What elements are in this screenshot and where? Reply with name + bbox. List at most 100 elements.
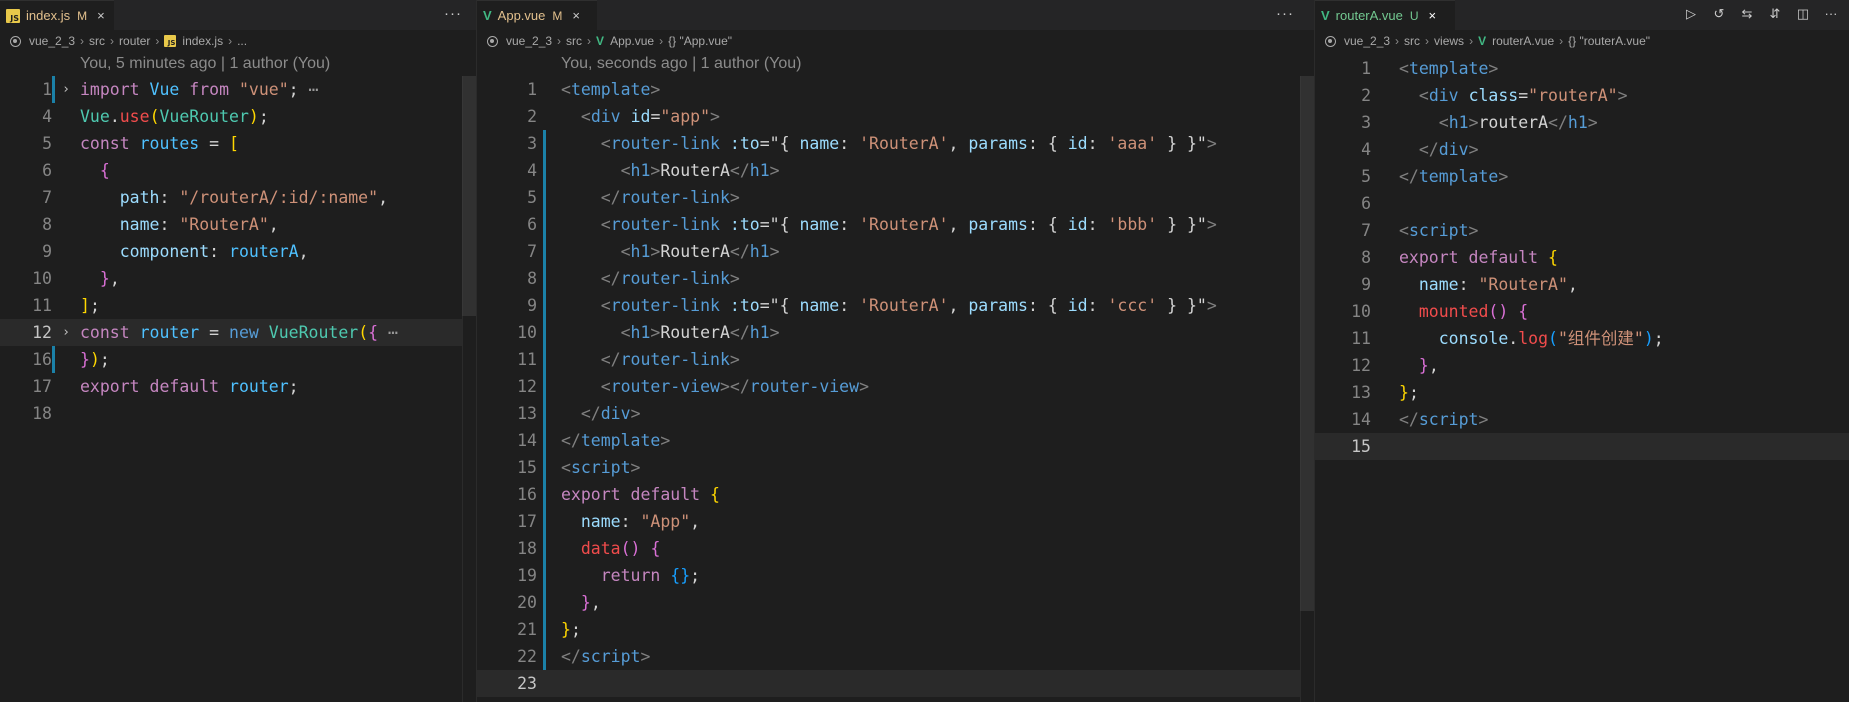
code-line[interactable]: 20 }, [477,589,1314,616]
code-line[interactable]: 1 <template> [1315,55,1849,82]
codelens-blame[interactable]: You, 5 minutes ago | 1 author (You) [0,52,476,76]
code-line[interactable]: 9 name: "RouterA", [1315,271,1849,298]
code-line[interactable]: 8 </router-link> [477,265,1314,292]
line-number: 10 [32,269,52,288]
breadcrumb-item[interactable]: src [89,34,105,48]
code-line[interactable]: 11 </router-link> [477,346,1314,373]
code-line[interactable]: 21}; [477,616,1314,643]
code-line[interactable]: 16 export default { [477,481,1314,508]
vue-file-icon: V [1478,34,1487,48]
code-line[interactable]: 1 <template> [477,76,1314,103]
breadcrumb-item[interactable]: src [1404,34,1420,48]
code-line[interactable]: 7 <h1>RouterA</h1> [477,238,1314,265]
code-editor[interactable]: 1 › import Vue from "vue"; ⋯ 4 Vue.use(VueRo… [0,76,476,427]
git-modified-gutter [543,130,546,670]
codelens-blame[interactable]: You, seconds ago | 1 author (You) [477,52,1314,76]
code-line[interactable]: 17 export default router; [0,373,476,400]
code-line[interactable]: 11 console.log("组件创建"); [1315,325,1849,352]
fold-chevron-icon[interactable]: › [52,76,80,103]
fold-chevron-icon[interactable]: › [52,319,80,346]
breadcrumb-item[interactable]: vue_2_3 [29,34,75,48]
line-number: 4 [527,161,537,180]
code-line[interactable]: 5 const routes = [ [0,130,476,157]
tab-untracked-badge: U [1409,8,1419,23]
code-line[interactable]: 17 name: "App", [477,508,1314,535]
scrollbar-thumb[interactable] [462,76,476,316]
code-line[interactable]: 2 <div id="app"> [477,103,1314,130]
scrollbar-thumb[interactable] [1300,76,1314,611]
code-line[interactable]: 2 <div class="routerA"> [1315,82,1849,109]
source-control-icon[interactable]: ⇵ [1767,6,1783,22]
code-line[interactable]: 10 mounted() { [1315,298,1849,325]
code-line[interactable]: 14 </script> [1315,406,1849,433]
code-line[interactable]: 6 [1315,190,1849,217]
code-line[interactable]: 19 return {}; [477,562,1314,589]
code-line[interactable]: 5 </router-link> [477,184,1314,211]
workspace-icon [1325,35,1336,47]
breadcrumb-item[interactable]: vue_2_3 [1344,34,1390,48]
code-line[interactable]: 6 <router-link :to="{ name: 'RouterA', p… [477,211,1314,238]
code-line[interactable]: 11]; [0,292,476,319]
code-line[interactable]: 7 <script> [1315,217,1849,244]
code-line[interactable]: 4 <h1>RouterA</h1> [477,157,1314,184]
code-line[interactable]: 8 export default { [1315,244,1849,271]
code-line[interactable]: 7 path: "/routerA/:id/:name", [0,184,476,211]
code-line[interactable]: 23 [477,670,1314,697]
code-line[interactable]: 22 </script> [477,643,1314,670]
breadcrumb-item[interactable]: {} "routerA.vue" [1568,34,1650,48]
breadcrumb-item[interactable]: index.js [182,34,223,48]
code-line[interactable]: 4 </div> [1315,136,1849,163]
code-line[interactable]: 6 { [0,157,476,184]
breadcrumb-item[interactable]: router [119,34,150,48]
code-line[interactable]: 4 Vue.use(VueRouter); [0,103,476,130]
code-line[interactable]: 9 <router-link :to="{ name: 'RouterA', p… [477,292,1314,319]
run-icon[interactable]: ▷ [1683,6,1699,22]
line-number: 16 [517,485,537,504]
more-actions-icon[interactable]: ··· [1823,6,1839,22]
code-line[interactable]: 10 <h1>RouterA</h1> [477,319,1314,346]
code-line[interactable]: 13 </div> [477,400,1314,427]
breadcrumb-item[interactable]: vue_2_3 [506,34,552,48]
breadcrumb-item[interactable]: src [566,34,582,48]
code-line[interactable]: 12 }, [1315,352,1849,379]
code-text: <script> [1399,217,1478,244]
close-icon[interactable]: × [97,8,105,23]
code-line[interactable]: 18 data() { [477,535,1314,562]
code-line[interactable]: 12 <router-view></router-view> [477,373,1314,400]
tab-app-vue[interactable]: V App.vue M × [477,0,597,30]
compare-changes-icon[interactable]: ⇆ [1739,6,1755,22]
code-token: > [1498,167,1509,186]
code-line[interactable]: 3 <h1>routerA</h1> [1315,109,1849,136]
code-token: script [580,647,641,666]
code-line[interactable]: 16}); [0,346,476,373]
code-line[interactable]: 10 }, [0,265,476,292]
code-editor[interactable]: 1 <template> 2 <div id="app"> 3 <router-lin… [477,76,1314,697]
code-line[interactable]: 15 [1315,433,1849,460]
code-line[interactable]: 5 </template> [1315,163,1849,190]
code-line[interactable]: 8 name: "RouterA", [0,211,476,238]
breadcrumb-item[interactable]: App.vue [610,34,654,48]
code-line[interactable]: 18 [0,400,476,427]
code-line[interactable]: 15 <script> [477,454,1314,481]
code-line[interactable]: 1 › import Vue from "vue"; ⋯ [0,76,476,103]
breadcrumb-item[interactable]: {} "App.vue" [668,34,732,48]
breadcrumb-item[interactable]: ... [237,34,247,48]
breadcrumb-item[interactable]: routerA.vue [1492,34,1554,48]
code-line[interactable]: 13}; [1315,379,1849,406]
code-line[interactable]: 9 component: routerA, [0,238,476,265]
close-icon[interactable]: × [572,8,580,23]
close-icon[interactable]: × [1429,8,1437,23]
code-line[interactable]: 12 › const router = new VueRouter({ ⋯ [0,319,476,346]
tab-routera-vue[interactable]: V routerA.vue U × [1315,0,1455,30]
split-editor-icon[interactable]: ◫ [1795,6,1811,22]
more-actions-icon[interactable]: ··· [1276,5,1294,22]
tab-index-js[interactable]: JS index.js M × [0,0,114,30]
timeline-icon[interactable]: ↺ [1711,6,1727,22]
breadcrumb-item[interactable]: views [1434,34,1464,48]
more-actions-icon[interactable]: ··· [444,5,462,22]
code-editor[interactable]: 1 <template> 2 <div class="routerA"> 3 <h1>… [1315,55,1849,460]
code-line[interactable]: 14 </template> [477,427,1314,454]
code-line[interactable]: 3 <router-link :to="{ name: 'RouterA', p… [477,130,1314,157]
